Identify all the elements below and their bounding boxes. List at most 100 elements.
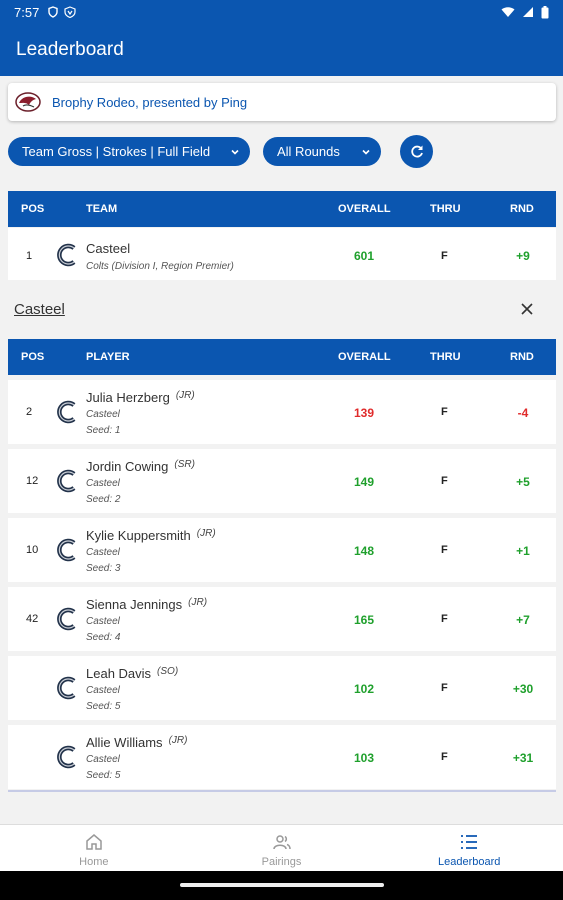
player-overall: 165	[353, 613, 375, 627]
player-thru: F	[441, 544, 448, 556]
player-year: (JR)	[188, 597, 208, 608]
player-row[interactable]: Allie Williams (JR) Casteel Seed: 5 103 F…	[8, 725, 556, 789]
player-name-text: Allie Williams	[86, 735, 163, 750]
rounds-dropdown[interactable]: All Rounds	[263, 137, 381, 166]
home-icon	[86, 834, 102, 850]
player-rnd: +1	[516, 544, 530, 558]
player-row[interactable]: 42 Sienna Jennings (JR) Casteel Seed: 4 1…	[8, 587, 556, 651]
player-thru: F	[441, 475, 448, 487]
player-thru: F	[441, 751, 448, 763]
view-dropdown[interactable]: Team Gross | Strokes | Full Field	[8, 137, 250, 166]
player-name-text: Leah Davis	[86, 666, 152, 681]
player-team: Casteel	[86, 754, 120, 765]
col-rnd: RND	[510, 203, 534, 215]
player-overall: 148	[353, 544, 375, 558]
team-logo-icon	[57, 243, 76, 267]
nav-home[interactable]: Home	[0, 825, 188, 871]
player-seed: Seed: 2	[86, 494, 121, 505]
nav-leaderboard[interactable]: Leaderboard	[375, 825, 563, 871]
player-overall: 139	[353, 406, 375, 420]
team-row[interactable]: 1 Casteel Colts (Division I, Region Prem…	[8, 228, 556, 280]
view-dropdown-label: Team Gross | Strokes | Full Field	[22, 144, 211, 159]
player-seed: Seed: 1	[86, 425, 121, 436]
player-pos: 2	[26, 406, 33, 418]
player-pos: 42	[26, 613, 39, 625]
chevron-down-icon	[231, 149, 239, 155]
player-row[interactable]: Leah Davis (SO) Casteel Seed: 5 102 F +30	[8, 656, 556, 720]
player-name: Leah Davis (SO)	[86, 666, 178, 681]
col-pos: POS	[21, 351, 45, 363]
home-indicator[interactable]	[180, 883, 384, 887]
event-name: Brophy Rodeo, presented by Ping	[52, 94, 248, 110]
player-name-text: Jordin Cowing	[86, 459, 169, 474]
player-team: Casteel	[86, 685, 120, 696]
nav-pairings[interactable]: Pairings	[188, 825, 376, 871]
bottom-nav: Home Pairings Leaderboard	[0, 824, 563, 871]
gesture-bar	[0, 871, 563, 900]
player-row[interactable]: 12 Jordin Cowing (SR) Casteel Seed: 2 149…	[8, 449, 556, 513]
list-icon	[461, 835, 478, 849]
nav-leaderboard-label: Leaderboard	[437, 856, 501, 868]
team-pos: 1	[26, 250, 33, 262]
player-team: Casteel	[86, 478, 120, 489]
player-overall: 149	[353, 475, 375, 489]
refresh-button[interactable]	[400, 135, 433, 168]
signal-icon	[523, 7, 533, 17]
player-seed: Seed: 4	[86, 632, 121, 643]
team-logo-icon	[57, 607, 76, 631]
app-bar: Leaderboard	[0, 24, 563, 76]
player-table-header: POS PLAYER OVERALL THRU RND	[8, 339, 556, 375]
player-row[interactable]: 10 Kylie Kuppersmith (JR) Casteel Seed: 3…	[8, 518, 556, 582]
col-team: TEAM	[86, 203, 118, 215]
player-thru: F	[441, 682, 448, 694]
col-player: PLAYER	[86, 351, 130, 363]
event-card[interactable]: Brophy Rodeo, presented by Ping	[8, 83, 556, 121]
player-thru: F	[441, 406, 448, 418]
list-end-divider	[8, 790, 556, 792]
people-icon	[272, 835, 291, 850]
event-logo-icon	[15, 92, 41, 112]
player-pos: 10	[26, 544, 39, 556]
col-rnd: RND	[510, 351, 534, 363]
player-overall: 102	[353, 682, 375, 696]
player-rnd: +7	[516, 613, 530, 627]
player-name: Sienna Jennings (JR)	[86, 597, 207, 612]
player-rnd: +31	[512, 751, 534, 765]
player-row[interactable]: 2 Julia Herzberg (JR) Casteel Seed: 1 139…	[8, 380, 556, 444]
player-year: (JR)	[175, 390, 195, 401]
player-team: Casteel	[86, 616, 120, 627]
player-pos: 12	[26, 475, 39, 487]
player-year: (SO)	[157, 666, 179, 677]
player-year: (SR)	[174, 459, 195, 470]
team-logo-icon	[57, 745, 76, 769]
player-team: Casteel	[86, 547, 120, 558]
filter-bar: Team Gross | Strokes | Full Field All Ro…	[8, 135, 433, 168]
col-thru: THRU	[430, 351, 461, 363]
player-year: (JR)	[196, 528, 216, 539]
wifi-icon	[501, 7, 515, 17]
col-overall: OVERALL	[338, 203, 391, 215]
player-name: Julia Herzberg (JR)	[86, 390, 195, 405]
player-year: (JR)	[168, 735, 188, 746]
nav-home-label: Home	[79, 856, 109, 868]
nav-pairings-label: Pairings	[261, 856, 302, 868]
close-icon[interactable]	[519, 301, 535, 317]
rounds-dropdown-label: All Rounds	[277, 144, 340, 159]
status-bar: 7:57	[0, 0, 563, 24]
vpn-icon	[64, 6, 76, 18]
player-rnd: -4	[517, 406, 529, 420]
player-name-text: Julia Herzberg	[86, 390, 170, 405]
col-pos: POS	[21, 203, 45, 215]
player-rnd: +30	[512, 682, 534, 696]
player-overall: 103	[353, 751, 375, 765]
player-seed: Seed: 5	[86, 701, 121, 712]
player-name: Kylie Kuppersmith (JR)	[86, 528, 216, 543]
selected-team-link[interactable]: Casteel	[14, 301, 65, 318]
col-thru: THRU	[430, 203, 461, 215]
player-name-text: Kylie Kuppersmith	[86, 528, 191, 543]
player-rnd: +5	[516, 475, 530, 489]
player-thru: F	[441, 613, 448, 625]
player-name: Allie Williams (JR)	[86, 735, 187, 750]
team-table-header: POS TEAM OVERALL THRU RND	[8, 191, 556, 227]
page-title: Leaderboard	[16, 39, 124, 60]
